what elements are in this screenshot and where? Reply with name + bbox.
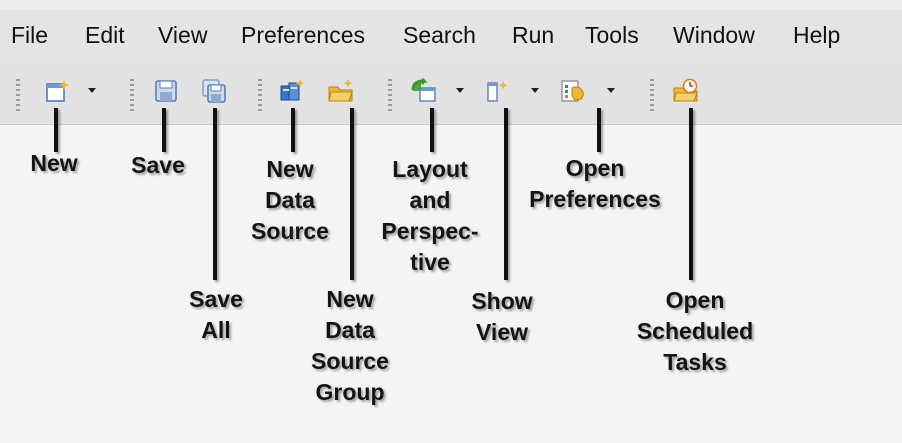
callout-new-data-source: New Data Source xyxy=(251,156,329,244)
callout-new: New xyxy=(30,150,78,176)
save-all-button[interactable] xyxy=(201,78,227,104)
open-preferences-icon xyxy=(561,80,584,102)
new-data-source-icon xyxy=(280,79,305,101)
new-button[interactable] xyxy=(44,78,70,104)
callout-line-layout-and-perspective xyxy=(430,108,434,152)
callout-line-open-scheduled-tasks xyxy=(689,108,693,280)
callout-line-save xyxy=(162,108,166,152)
show-view-icon xyxy=(487,81,508,102)
layout-perspective-icon xyxy=(411,78,436,102)
callout-line-new-data-source-group xyxy=(350,108,354,280)
toolbar-grip[interactable] xyxy=(16,79,20,113)
open-preferences-dropdown-arrow[interactable] xyxy=(607,88,615,93)
toolbar-grip[interactable] xyxy=(388,79,392,113)
menu-search[interactable]: Search xyxy=(403,22,476,49)
new-data-source-group-icon xyxy=(328,79,353,102)
menu-window[interactable]: Window xyxy=(673,22,755,49)
toolbar-grip[interactable] xyxy=(130,79,134,113)
callout-line-save-all xyxy=(213,108,217,280)
menu-help[interactable]: Help xyxy=(793,22,840,49)
save-icon xyxy=(155,80,177,102)
toolbar-grip[interactable] xyxy=(650,79,654,113)
menu-view[interactable]: View xyxy=(158,22,207,49)
callout-open-preferences: Open Preferences xyxy=(529,155,661,212)
menu-tools[interactable]: Tools xyxy=(585,22,639,49)
menu-file[interactable]: File xyxy=(11,22,48,49)
menu-bar: File Edit View Preferences Search Run To… xyxy=(0,0,902,64)
new-data-source-button[interactable] xyxy=(279,78,305,104)
open-preferences-button[interactable] xyxy=(560,78,586,104)
open-scheduled-tasks-button[interactable] xyxy=(673,78,699,104)
callout-layout-and-perspective: Layout and Perspec- tive xyxy=(381,156,479,275)
callout-save-all: Save All xyxy=(189,286,243,343)
callout-line-show-view xyxy=(504,108,508,280)
callout-line-new-data-source xyxy=(291,108,295,152)
callout-line-open-preferences xyxy=(597,108,601,152)
toolbar xyxy=(0,64,902,125)
callout-show-view: Show View xyxy=(471,288,533,345)
menu-run[interactable]: Run xyxy=(512,22,554,49)
save-all-icon xyxy=(202,79,226,103)
new-dropdown-arrow[interactable] xyxy=(88,88,96,93)
menu-preferences[interactable]: Preferences xyxy=(241,22,365,49)
save-button[interactable] xyxy=(153,78,179,104)
callout-line-new xyxy=(54,108,58,152)
layout-perspective-dropdown-arrow[interactable] xyxy=(456,88,464,93)
callout-new-data-source-group: New Data Source Group xyxy=(311,286,389,405)
callout-save: Save xyxy=(131,152,185,178)
toolbar-grip[interactable] xyxy=(258,79,262,113)
open-scheduled-tasks-icon xyxy=(673,78,698,102)
new-data-source-group-button[interactable] xyxy=(328,78,354,104)
show-view-button[interactable] xyxy=(484,78,510,104)
new-icon xyxy=(46,80,69,102)
menu-edit[interactable]: Edit xyxy=(85,22,125,49)
show-view-dropdown-arrow[interactable] xyxy=(531,88,539,93)
layout-perspective-button[interactable] xyxy=(411,78,437,104)
callout-open-scheduled-tasks: Open Scheduled Tasks xyxy=(636,287,754,375)
